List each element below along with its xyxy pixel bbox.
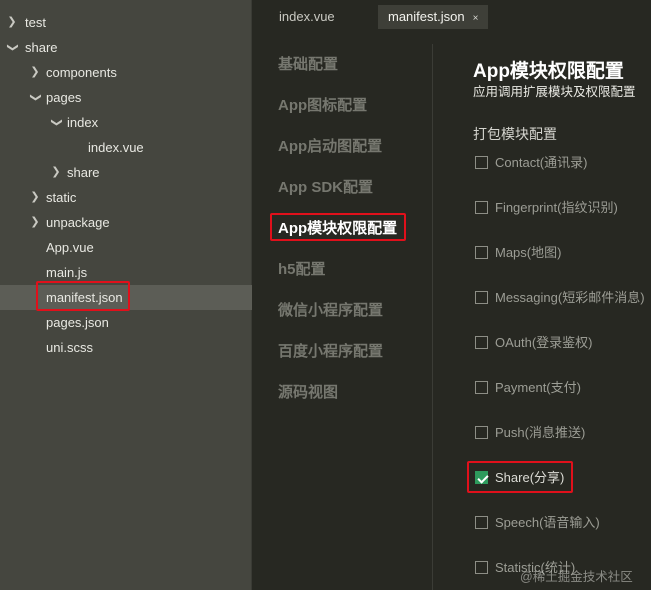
checkbox[interactable] [475,381,488,394]
permission-label: OAuth(登录鉴权) [495,335,593,350]
nav-item-baidu-mp[interactable]: 百度小程序配置 [278,341,383,363]
checkbox[interactable] [475,561,488,574]
settings-nav: 基础配置 App图标配置 App启动图配置 App SDK配置 App模块权限配… [253,44,433,590]
permission-label: Speech(语音输入) [495,515,600,530]
chevron-down-icon: ❯ [29,92,42,103]
tree-folder-index[interactable]: ❯ index [0,110,252,135]
tree-label: unpackage [46,215,110,230]
tree-label: index [67,115,99,130]
file-explorer-sidebar: ❯ test ❯ share ❯ components ❯ pages ❯ in… [0,0,252,590]
section-title: 打包模块配置 [473,126,557,142]
tree-label: manifest.json [46,290,123,305]
permission-label: Contact(通讯录) [495,155,588,170]
tree-file-app-vue[interactable]: App.vue [0,235,252,260]
permission-label: Messaging(短彩邮件消息) [495,290,645,305]
close-icon[interactable]: × [473,13,479,24]
checkbox[interactable] [475,201,488,214]
tree-label: components [46,65,117,80]
tree-label: main.js [46,265,88,280]
chevron-right-icon: ❯ [30,66,40,78]
editor-area: index.vue manifest.json × 基础配置 App图标配置 Ap… [253,0,651,590]
checkbox[interactable] [475,156,488,169]
module-permissions-panel: App模块权限配置 应用调用扩展模块及权限配置 打包模块配置 Contact(通… [467,44,651,590]
nav-item-wechat-mp[interactable]: 微信小程序配置 [278,300,383,322]
checkbox-checked[interactable] [475,471,488,484]
checkbox[interactable] [475,426,488,439]
nav-item-app-modules[interactable]: App模块权限配置 [278,218,397,240]
tree-file-manifest-json[interactable]: manifest.json [0,285,252,310]
nav-item-basic[interactable]: 基础配置 [278,54,338,76]
tree-folder-static[interactable]: ❯ static [0,185,252,210]
chevron-right-icon: ❯ [30,216,40,228]
tree-label: share [25,40,58,55]
checkbox[interactable] [475,291,488,304]
tree-label: pages [46,90,82,105]
watermark: @稀土掘金技术社区 [520,570,633,584]
tree-label: share [67,165,100,180]
tab-manifest-json[interactable]: manifest.json × [378,5,489,29]
nav-item-h5[interactable]: h5配置 [278,259,326,281]
checkbox[interactable] [475,516,488,529]
tree-label: static [46,190,77,205]
tree-label: index.vue [88,140,144,155]
nav-item-app-sdk[interactable]: App SDK配置 [278,177,373,199]
tab-index-vue[interactable]: index.vue [279,5,335,29]
permission-label: Maps(地图) [495,245,562,260]
tab-label: index.vue [279,9,335,24]
tree-folder-share[interactable]: ❯ share [0,35,252,60]
checkbox[interactable] [475,246,488,259]
tree-label: App.vue [46,240,94,255]
page-title: App模块权限配置 [473,61,624,82]
nav-item-app-icon[interactable]: App图标配置 [278,95,367,117]
tree-folder-pages[interactable]: ❯ pages [0,85,252,110]
tree-label: pages.json [46,315,109,330]
checkbox[interactable] [475,336,488,349]
chevron-down-icon: ❯ [6,42,19,53]
nav-item-source-view[interactable]: 源码视图 [278,382,338,404]
nav-item-app-splash[interactable]: App启动图配置 [278,136,382,158]
tree-folder-unpackage[interactable]: ❯ unpackage [0,210,252,235]
tree-folder-components[interactable]: ❯ components [0,60,252,85]
tab-label: manifest.json [388,9,465,24]
permission-label: Fingerprint(指纹识别) [495,200,618,215]
tree-file-pages-json[interactable]: pages.json [0,310,252,335]
chevron-right-icon: ❯ [30,191,40,203]
tree-label: test [25,15,46,30]
chevron-right-icon: ❯ [51,166,61,178]
permission-label: Share(分享) [495,470,565,485]
permission-label: Push(消息推送) [495,425,586,440]
tree-folder-share-page[interactable]: ❯ share [0,160,252,185]
tree-file-uni-scss[interactable]: uni.scss [0,335,252,360]
tree-folder-test[interactable]: ❯ test [0,10,252,35]
chevron-right-icon: ❯ [7,16,17,28]
tree-label: uni.scss [46,340,93,355]
permission-label: Payment(支付) [495,380,581,395]
tab-bar: index.vue manifest.json × [253,0,651,34]
tree-file-index-vue[interactable]: index.vue [0,135,252,160]
tree-file-main-js[interactable]: main.js [0,260,252,285]
chevron-down-icon: ❯ [50,117,63,128]
page-subtitle: 应用调用扩展模块及权限配置 [473,85,636,99]
